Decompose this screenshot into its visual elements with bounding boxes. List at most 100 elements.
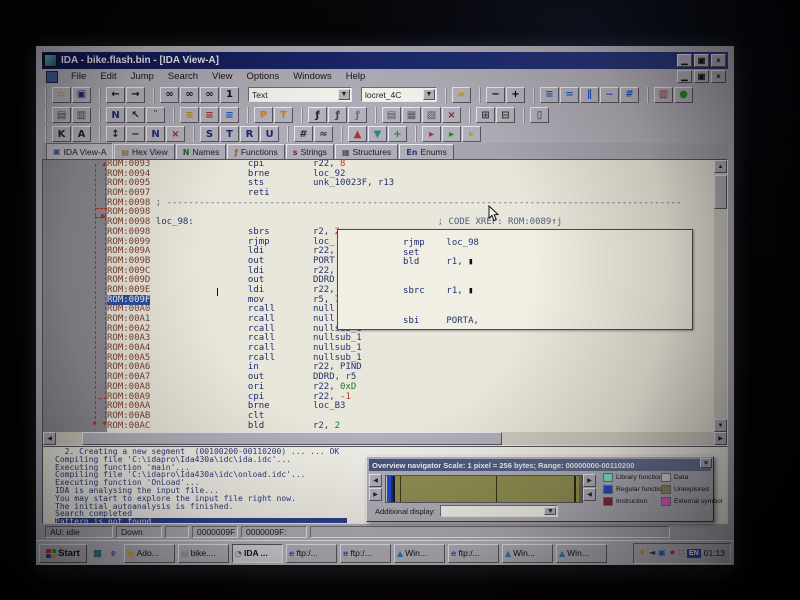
scroll-right-button[interactable]: ▶ xyxy=(714,432,727,445)
dots-icon[interactable]: ∷ xyxy=(679,549,684,557)
menu-edit[interactable]: Edit xyxy=(93,70,123,83)
string-u-icon[interactable]: U xyxy=(260,126,279,142)
window-detail-icon[interactable]: ▥ xyxy=(72,107,91,123)
nav-forward-icon[interactable]: → xyxy=(126,87,145,103)
remove-icon[interactable]: − xyxy=(126,126,145,142)
navigator-right2-button[interactable]: ◀ xyxy=(583,488,596,501)
flag-red-icon[interactable]: ▸ xyxy=(422,126,441,142)
segments-yellow-icon[interactable]: ≡ xyxy=(180,107,199,123)
scroll-left-button[interactable]: ◀ xyxy=(43,432,56,445)
restore-button[interactable]: ▣ xyxy=(694,54,709,67)
struct-expand-icon[interactable]: ▧ xyxy=(422,107,441,123)
search-again-icon[interactable]: ∞ xyxy=(180,87,199,103)
navigator-band[interactable] xyxy=(385,475,583,503)
display-icon[interactable]: ▣ xyxy=(658,549,666,557)
tab-functions[interactable]: ƒFunctions xyxy=(227,144,284,159)
taskbar-task-8[interactable]: ▲Win... xyxy=(556,544,607,563)
horizontal-scroll-thumb[interactable] xyxy=(82,432,502,445)
number-icon[interactable]: # xyxy=(294,126,313,142)
mark-teal-icon[interactable]: ▼ xyxy=(368,126,387,142)
taskbar-task-1[interactable]: ▤bike.... xyxy=(178,544,229,563)
menu-jump[interactable]: Jump xyxy=(124,70,161,83)
flag-green-icon[interactable]: ▸ xyxy=(442,126,461,142)
close-view-icon[interactable]: × xyxy=(166,126,185,142)
show-desktop-icon[interactable]: ▦ xyxy=(90,545,105,561)
taskbar-task-2[interactable]: ◔IDA ... xyxy=(232,544,283,563)
view-type-combo[interactable]: Text▼ xyxy=(248,87,352,102)
page-icon[interactable]: ▯ xyxy=(530,107,549,123)
language-indicator[interactable]: EN xyxy=(687,549,701,558)
collapse-icon[interactable]: − xyxy=(486,87,505,103)
windows-equal-icon[interactable]: = xyxy=(560,87,579,103)
minimize-button[interactable]: ▁ xyxy=(677,54,692,67)
vertical-scrollbar[interactable]: ▲ ▼ xyxy=(714,160,727,432)
navigator-title-bar[interactable]: Overview navigator Scale: 1 pixel = 256 … xyxy=(369,459,711,471)
scroll-down-button[interactable]: ▼ xyxy=(714,419,727,432)
scroll-up-button[interactable]: ▲ xyxy=(714,160,727,173)
patch-flag-icon[interactable]: P xyxy=(254,107,273,123)
string-t-icon[interactable]: T xyxy=(220,126,239,142)
menu-help[interactable]: Help xyxy=(339,70,373,83)
segments-blue-icon[interactable]: ≡ xyxy=(220,107,239,123)
taskbar-task-5[interactable]: ▲Win... xyxy=(394,544,445,563)
taskbar-task-3[interactable]: eftp:/... xyxy=(286,544,337,563)
network-icon[interactable]: ★ xyxy=(669,549,676,557)
taskbar-task-6[interactable]: eftp:/... xyxy=(448,544,499,563)
close-button[interactable]: × xyxy=(711,54,726,67)
navigator-right-button[interactable]: ▶ xyxy=(583,474,596,487)
nav-back-icon[interactable]: ← xyxy=(106,87,125,103)
menu-search[interactable]: Search xyxy=(161,70,205,83)
menu-options[interactable]: Options xyxy=(239,70,286,83)
tab-ida-view-a[interactable]: ▣IDA View-A xyxy=(46,143,113,159)
keyboard-macro-icon[interactable]: K xyxy=(52,126,71,142)
comment-icon[interactable]: ¨ xyxy=(146,107,165,123)
windows-vertical-icon[interactable]: ∥ xyxy=(580,87,599,103)
search-text-icon[interactable]: 1 xyxy=(220,87,239,103)
string-r-icon[interactable]: R xyxy=(240,126,259,142)
navigator-left-button[interactable]: ◀ xyxy=(369,474,382,487)
string-s-icon[interactable]: S xyxy=(200,126,219,142)
combo-dropdown-icon[interactable]: ▼ xyxy=(423,89,435,100)
tab-strings[interactable]: sStrings xyxy=(286,144,334,159)
horizontal-scrollbar[interactable]: ◀ ▶ xyxy=(43,432,727,445)
mdi-restore-button[interactable]: ▣ xyxy=(694,70,709,83)
combo-dropdown-icon[interactable]: ▼ xyxy=(544,507,556,515)
start-button[interactable]: Start xyxy=(39,544,87,563)
add-green-icon[interactable]: + xyxy=(388,126,407,142)
taskbar-task-7[interactable]: ▲Win... xyxy=(502,544,553,563)
name-icon[interactable]: N xyxy=(146,126,165,142)
assemble-icon[interactable]: A xyxy=(72,126,91,142)
expand-icon[interactable]: + xyxy=(506,87,525,103)
menu-view[interactable]: View xyxy=(205,70,239,83)
menu-windows[interactable]: Windows xyxy=(286,70,339,83)
search-binoculars-icon[interactable]: ∞ xyxy=(160,87,179,103)
rename-icon[interactable]: ↖ xyxy=(126,107,145,123)
function-del-icon[interactable]: ƒ xyxy=(348,107,367,123)
struct-edit-icon[interactable]: ▦ xyxy=(402,107,421,123)
navigator-close-button[interactable]: × xyxy=(700,458,712,468)
jump-xref-icon[interactable]: ~ xyxy=(600,87,619,103)
delete-icon[interactable]: × xyxy=(442,107,461,123)
stop-analysis-icon[interactable]: ▥ xyxy=(654,87,673,103)
open-file-icon[interactable]: ▱ xyxy=(52,87,71,103)
name-combo[interactable]: locret_4C▼ xyxy=(361,87,437,102)
scheduler-icon[interactable]: ♦ xyxy=(639,549,646,557)
function-edit-icon[interactable]: ƒ xyxy=(328,107,347,123)
mdi-minimize-button[interactable]: ▁ xyxy=(677,70,692,83)
save-file-icon[interactable]: ▣ xyxy=(72,87,91,103)
segments-red-icon[interactable]: ≡ xyxy=(200,107,219,123)
enum-window-icon[interactable]: ⊟ xyxy=(496,107,515,123)
windows-horizontal-icon[interactable]: ≡ xyxy=(540,87,559,103)
disasm-line[interactable]: ROM:0098 ; -----------------------------… xyxy=(107,199,715,209)
disasm-line[interactable]: ROM:00AC bld r2, 2 xyxy=(107,422,715,432)
struct-window-icon[interactable]: ▤ xyxy=(382,107,401,123)
tab-structures[interactable]: ▦Structures xyxy=(335,144,398,159)
tab-hex-view[interactable]: ▤Hex View xyxy=(114,144,174,159)
flag-yellow-icon[interactable]: ▸ xyxy=(462,126,481,142)
ie-icon[interactable]: e xyxy=(106,545,121,561)
menu-file[interactable]: File xyxy=(64,70,93,83)
navigator-left2-button[interactable]: ▶ xyxy=(369,488,382,501)
taskbar-task-4[interactable]: eftp:/... xyxy=(340,544,391,563)
function-create-icon[interactable]: ƒ xyxy=(308,107,327,123)
wave-icon[interactable]: ≈ xyxy=(314,126,333,142)
